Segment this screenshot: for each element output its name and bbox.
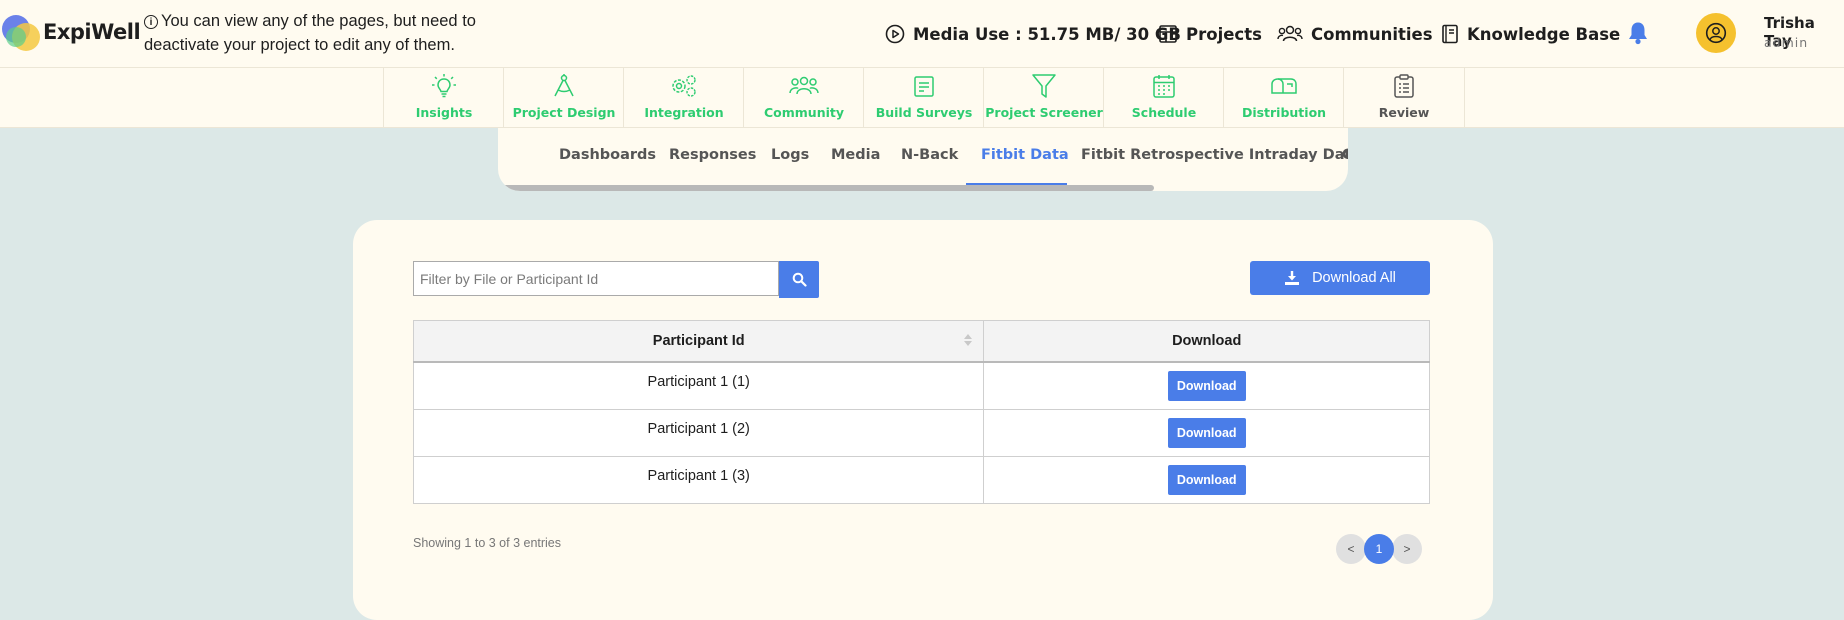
sort-icon: [964, 334, 973, 346]
module-label: Insights: [415, 105, 473, 120]
brand-logo-icon[interactable]: [2, 15, 40, 51]
tab-truncated[interactable]: C: [1342, 147, 1348, 163]
users-icon: [1277, 25, 1303, 42]
participants-table: Participant Id Download Participant 1 (1…: [412, 320, 1430, 504]
form-icon: [914, 76, 934, 97]
module-insights[interactable]: Insights: [383, 68, 504, 127]
module-schedule[interactable]: Schedule: [1103, 68, 1224, 127]
play-circle-icon: [885, 24, 905, 44]
download-button[interactable]: Download: [1167, 465, 1246, 495]
table-row: Participant 1 (1) Download: [412, 361, 1430, 410]
table-header-row: Participant Id Download: [412, 320, 1430, 363]
participant-id-cell: Participant 1 (1): [412, 361, 985, 410]
grid-icon: [1159, 25, 1177, 43]
module-build-surveys[interactable]: Build Surveys: [863, 68, 984, 127]
module-label: Schedule: [1131, 105, 1197, 120]
module-distribution[interactable]: Distribution: [1223, 68, 1344, 127]
module-review[interactable]: Review: [1343, 68, 1465, 127]
pagination: < 1 >: [1336, 534, 1422, 564]
knowledge-base-label: Knowledge Base: [1467, 24, 1621, 44]
module-label: Project Design: [512, 105, 616, 120]
prev-page-button[interactable]: <: [1336, 534, 1366, 564]
mailbox-icon: [1271, 78, 1297, 94]
participant-id-cell: Participant 1 (2): [412, 409, 985, 457]
module-label: Build Surveys: [875, 105, 973, 120]
sub-tabs-panel: Dashboards Responses Logs Media N-Back F…: [498, 128, 1348, 191]
page-1-button[interactable]: 1: [1364, 534, 1394, 564]
media-use-indicator[interactable]: Media Use : 51.75 MB/ 30 GB: [885, 22, 1181, 46]
download-button[interactable]: Download: [1167, 418, 1246, 448]
user-role: admin: [1764, 35, 1809, 50]
tab-n-back[interactable]: N-Back: [901, 147, 958, 163]
entries-info: Showing 1 to 3 of 3 entries: [413, 536, 562, 550]
download-cell: Download: [983, 456, 1430, 504]
download-button[interactable]: Download: [1167, 371, 1246, 401]
download-all-button[interactable]: Download All: [1250, 261, 1430, 295]
lightbulb-icon: [432, 74, 456, 98]
filter-input[interactable]: [413, 261, 779, 296]
notice-text: You can view any of the pages, but need …: [144, 12, 476, 54]
module-integration[interactable]: Integration: [623, 68, 744, 127]
projects-label: Projects: [1186, 24, 1262, 44]
read-only-notice: i You can view any of the pages, but need…: [144, 9, 484, 57]
tab-fitbit-retrospective-intraday-data[interactable]: Fitbit Retrospective Intraday Data: [1081, 147, 1348, 163]
download-cell: Download: [983, 409, 1430, 457]
download-icon: [1285, 271, 1300, 285]
module-label: Integration: [644, 105, 724, 120]
search-icon: [792, 272, 807, 287]
calendar-icon: [1153, 75, 1175, 98]
clipboard-icon: [1394, 74, 1414, 98]
tab-logs[interactable]: Logs: [771, 147, 809, 163]
module-project-design[interactable]: Project Design: [503, 68, 624, 127]
participant-id-cell: Participant 1 (3): [412, 456, 985, 504]
communities-link[interactable]: Communities: [1277, 22, 1433, 46]
module-community[interactable]: Community: [743, 68, 864, 127]
module-label: Review: [1378, 105, 1430, 120]
module-label: Project Screener: [985, 105, 1103, 120]
table-row: Participant 1 (3) Download: [412, 456, 1430, 504]
info-icon: i: [144, 15, 158, 29]
fitbit-data-card: Download All Participant Id Download Par…: [353, 220, 1493, 620]
tab-responses[interactable]: Responses: [669, 147, 756, 163]
module-label: Community: [763, 105, 845, 120]
download-cell: Download: [983, 361, 1430, 410]
people-icon: [789, 76, 819, 95]
communities-label: Communities: [1311, 24, 1433, 44]
participant-id-header[interactable]: Participant Id: [412, 320, 985, 363]
tab-media[interactable]: Media: [831, 147, 880, 163]
book-icon: [1442, 24, 1458, 44]
filter-icon: [1032, 74, 1056, 98]
avatar[interactable]: [1696, 13, 1736, 53]
module-nav: Insights Project Design Integration Comm…: [0, 68, 1844, 128]
knowledge-base-link[interactable]: Knowledge Base: [1441, 22, 1620, 46]
brand-name[interactable]: ExpiWell: [43, 20, 141, 44]
top-bar: ExpiWell i You can view any of the pages,…: [0, 0, 1844, 68]
tab-fitbit-data[interactable]: Fitbit Data: [981, 147, 1069, 163]
module-label: Distribution: [1241, 105, 1327, 120]
download-header: Download: [983, 320, 1430, 363]
search-button[interactable]: [779, 261, 819, 298]
compass-icon: [554, 74, 574, 97]
horizontal-scrollbar[interactable]: [498, 185, 1154, 191]
module-project-screener[interactable]: Project Screener: [983, 68, 1104, 127]
notification-bell-icon[interactable]: [1626, 20, 1650, 51]
user-circle-icon: [1705, 22, 1727, 44]
projects-link[interactable]: Projects: [1158, 22, 1262, 46]
table-row: Participant 1 (2) Download: [412, 409, 1430, 457]
tab-dashboards[interactable]: Dashboards: [559, 147, 656, 163]
gears-icon: [672, 75, 696, 97]
next-page-button[interactable]: >: [1392, 534, 1422, 564]
media-use-label: Media Use : 51.75 MB/ 30 GB: [913, 24, 1181, 44]
download-all-label: Download All: [1312, 270, 1396, 286]
